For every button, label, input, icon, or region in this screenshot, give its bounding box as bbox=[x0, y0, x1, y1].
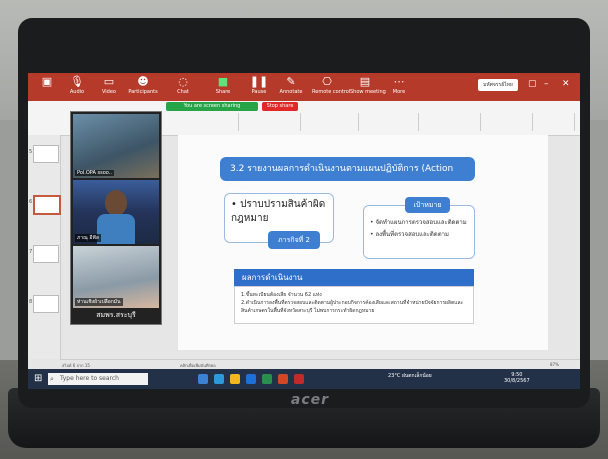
presenter-name-badge[interactable]: มหัศจรรย์ไทย bbox=[478, 79, 518, 91]
gallery-footer: สมพร.สระบุรี bbox=[96, 311, 136, 319]
taskbar-search[interactable]: ⌕ Type here to search bbox=[48, 373, 148, 385]
target-label: เป้าหมาย bbox=[405, 197, 450, 213]
video-tile[interactable]: Pol.OPA ssoo.. bbox=[73, 114, 159, 178]
search-icon: ⌕ bbox=[50, 375, 54, 383]
video-gallery[interactable]: Pol.OPA ssoo.. ภาณุ อีฟัล ห่านเชิงผ้าเปล… bbox=[70, 111, 162, 325]
target-box: • จัดทำแผนการตรวจสอบและติดตาม • ลงพื้นที… bbox=[363, 205, 475, 259]
microphone-icon: 🎙 bbox=[70, 75, 84, 88]
notes-hint[interactable]: คลิกเพื่อเพิ่มบันทึกย่อ bbox=[180, 362, 216, 369]
slide-thumbnail[interactable] bbox=[33, 145, 59, 163]
zoom-level[interactable]: 87% bbox=[550, 362, 559, 367]
show-meeting-icon: ▤ bbox=[359, 75, 371, 88]
pause-icon: ❚❚ bbox=[249, 75, 269, 88]
restore-icon[interactable]: ▢ bbox=[528, 79, 537, 89]
zoom-toolbar: ▣ 🎙 Audio ▭ Video ☻ Participants ◌ Chat ■ Sha… bbox=[28, 73, 580, 101]
result-item: 2.ดำเนินการลงพื้นที่ตรวจสอบและติดตามผู้ป… bbox=[241, 300, 464, 314]
participant-name: Pol.OPA ssoo.. bbox=[75, 170, 114, 176]
taskbar-clock[interactable]: 9:50 30/8/2567 bbox=[504, 372, 530, 384]
slide-counter: สไลด์ 6 จาก 15 bbox=[62, 363, 90, 368]
explorer-icon[interactable] bbox=[230, 374, 240, 384]
chrome-icon[interactable] bbox=[262, 374, 272, 384]
participant-shirt bbox=[97, 214, 135, 244]
video-tile[interactable]: ภาณุ อีฟัล bbox=[73, 180, 159, 244]
screen-sharing-indicator: You are screen sharing bbox=[166, 102, 258, 111]
participants-button[interactable]: ☻ Participants bbox=[128, 75, 158, 95]
windows-start-icon[interactable]: ⊞ bbox=[34, 373, 42, 384]
slides-group[interactable] bbox=[302, 113, 359, 131]
mission-label: ภารกิจที่ 2 bbox=[268, 231, 320, 249]
editing-group[interactable] bbox=[482, 113, 533, 131]
font-group[interactable] bbox=[168, 113, 239, 131]
remote-control-icon: ⎔ bbox=[322, 75, 332, 88]
participant-name: ภาณุ อีฟัล bbox=[75, 234, 101, 242]
annotate-icon: ✎ bbox=[286, 75, 296, 88]
close-icon[interactable]: ✕ bbox=[562, 79, 570, 89]
more-icon: ⋯ bbox=[393, 75, 405, 88]
video-button[interactable]: ▭ Video bbox=[94, 75, 124, 95]
annotate-button[interactable]: ✎ Annotate bbox=[276, 75, 306, 95]
slide-thumbnail-active[interactable] bbox=[33, 195, 61, 215]
edge-icon[interactable] bbox=[214, 374, 224, 384]
slide-thumbnail[interactable] bbox=[33, 245, 59, 263]
share-button[interactable]: ■ Share bbox=[208, 75, 238, 95]
arrange-group[interactable] bbox=[420, 113, 481, 131]
stop-share-button[interactable]: Stop share bbox=[262, 102, 298, 111]
audio-button[interactable]: 🎙 Audio bbox=[62, 75, 92, 95]
weather-widget[interactable]: 23°C ฝนตกเล็กน้อย bbox=[388, 373, 432, 379]
show-meeting-button[interactable]: ▤ Show meeting bbox=[350, 75, 386, 95]
slide-thumbnail-pane: 5 6 7 8 bbox=[28, 135, 61, 359]
addins-group[interactable] bbox=[534, 113, 575, 131]
result-item: 1.ขึ้นทะเบียนต้องเสีย จำนวน 62 แห่ง bbox=[241, 292, 322, 298]
app-icon[interactable] bbox=[294, 374, 304, 384]
paragraph-group[interactable] bbox=[240, 113, 301, 131]
ppt-app-icon[interactable]: ▣ bbox=[32, 75, 62, 89]
target-item: • ลงพื้นที่ตรวจสอบและติดตาม bbox=[370, 231, 449, 238]
more-button[interactable]: ⋯ More bbox=[384, 75, 414, 95]
participant-name: ห่านเชิงผ้าเปลือกมัน bbox=[75, 298, 123, 306]
video-tile[interactable]: ห่านเชิงผ้าเปลือกมัน bbox=[73, 246, 159, 308]
result-body: 1.ขึ้นทะเบียนต้องเสีย จำนวน 62 แห่ง 2.ดำ… bbox=[234, 286, 474, 324]
drawing-group[interactable] bbox=[360, 113, 419, 131]
chat-button[interactable]: ◌ Chat bbox=[168, 75, 198, 95]
pause-button[interactable]: ❚❚ Pause bbox=[244, 75, 274, 95]
result-title: ผลการดำเนินงาน bbox=[234, 269, 474, 286]
taskview-icon[interactable] bbox=[198, 374, 208, 384]
participant-face bbox=[105, 190, 127, 216]
slide-thumbnail[interactable] bbox=[33, 295, 59, 313]
video-icon: ▭ bbox=[103, 75, 115, 88]
windows-taskbar: ⊞ ⌕ Type here to search 23°C ฝนตกเล็กน้อ… bbox=[28, 369, 580, 389]
slide-canvas: 3.2 รายงานผลการดำเนินงานตามแผนปฏิบัติการ… bbox=[178, 135, 548, 350]
remote-control-button[interactable]: ⎔ Remote control bbox=[312, 75, 350, 95]
minimize-icon[interactable]: – bbox=[544, 79, 549, 89]
laptop-screen: ▣ 🎙 Audio ▭ Video ☻ Participants ◌ Chat ■ Sha… bbox=[28, 73, 580, 389]
slide-title: 3.2 รายงานผลการดำเนินงานตามแผนปฏิบัติการ… bbox=[220, 157, 475, 198]
powerpoint-icon[interactable] bbox=[278, 374, 288, 384]
participants-icon: ☻ bbox=[137, 75, 149, 88]
chat-icon: ◌ bbox=[178, 75, 188, 88]
laptop-logo: acer bbox=[290, 392, 330, 408]
target-item: • จัดทำแผนการตรวจสอบและติดตาม bbox=[370, 219, 467, 226]
share-icon: ■ bbox=[217, 75, 229, 88]
zoom-app-icon[interactable] bbox=[246, 374, 256, 384]
